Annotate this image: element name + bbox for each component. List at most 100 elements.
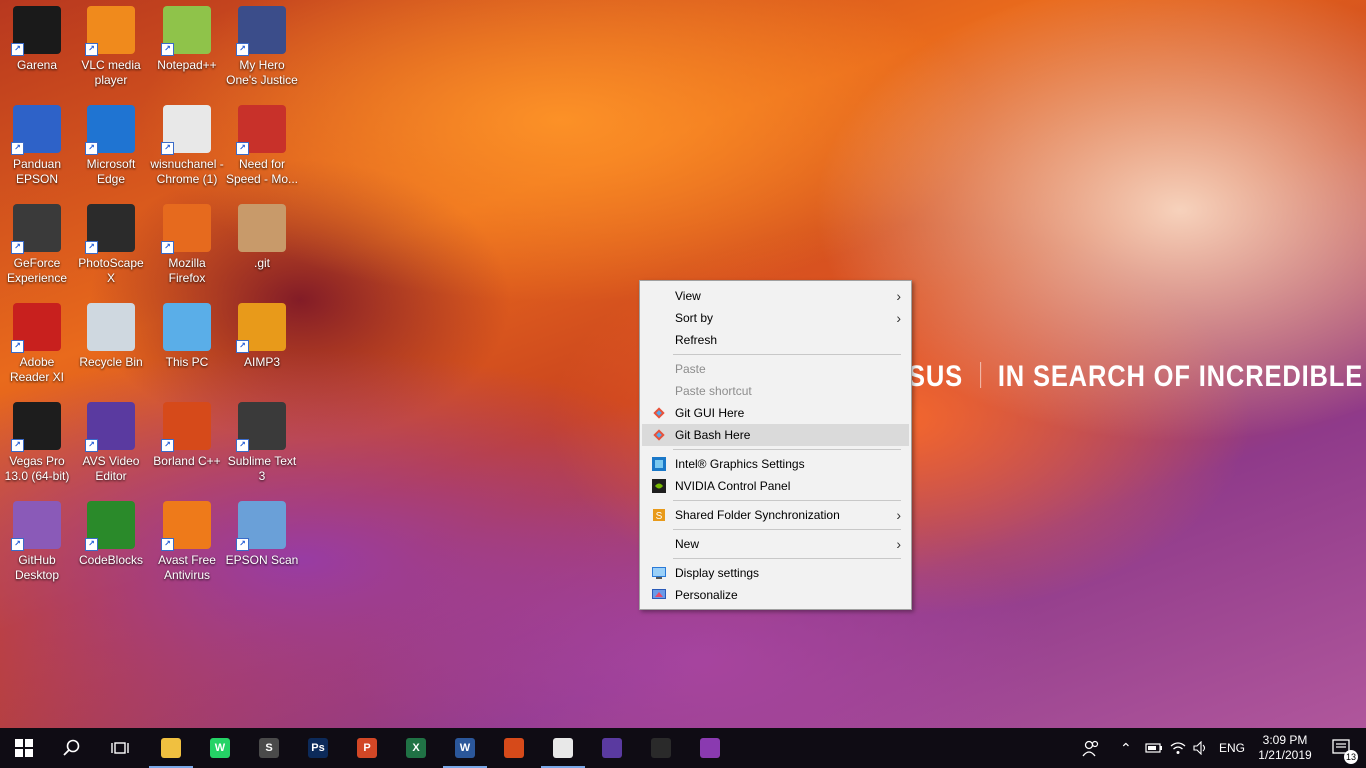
display-icon [652,567,666,579]
taskbar-app-button[interactable]: S [245,728,293,768]
desktop-icon[interactable]: .git [225,204,299,271]
menu-item-git-gui[interactable]: Git GUI Here [642,402,909,424]
word-icon: W [455,738,475,758]
desktop-icon-label: CodeBlocks [78,553,144,567]
desktop-icon[interactable]: ↗ Sublime Text 3 [225,402,299,484]
menu-item-new[interactable]: New › [642,533,909,555]
desktop-icon[interactable]: ↗ AIMP3 [225,303,299,370]
taskbar-app-button[interactable] [686,728,734,768]
app-glyph: X [412,742,420,754]
desktop-icon-label: AVS Video Editor [82,454,140,483]
clock[interactable]: 3:09 PM 1/21/2019 [1252,728,1318,768]
desktop-icon[interactable]: ↗ Mozilla Firefox [150,204,224,286]
desktop-icon[interactable]: ↗ My Hero One's Justice [225,6,299,88]
menu-item-sort-by[interactable]: Sort by › [642,307,909,329]
show-hidden-icons-button[interactable]: ⌃ [1120,728,1132,768]
taskbar-app-button[interactable]: X [392,728,440,768]
desktop-icon[interactable]: ↗ EPSON Scan [225,501,299,568]
app-glyph: W [459,742,471,754]
adobe-reader-icon: ↗ [11,303,61,353]
chevron-up-icon: ⌃ [1120,739,1132,756]
taskbar-app-button[interactable] [588,728,636,768]
epson-guide-icon: ↗ [11,105,61,155]
desktop-icon[interactable]: ↗ Vegas Pro 13.0 (64-bit) [0,402,74,484]
menu-item-intel-graphics[interactable]: Intel® Graphics Settings [642,453,909,475]
firefox-icon: ↗ [161,204,211,254]
taskbar-app-button[interactable] [637,728,685,768]
menu-item-refresh[interactable]: Refresh [642,329,909,351]
desktop-icon-label: AIMP3 [243,355,280,369]
shortcut-arrow-icon: ↗ [236,538,249,551]
desktop-icon-label: VLC media player [81,58,141,87]
desktop-icon[interactable]: ↗ Avast Free Antivirus [150,501,224,583]
taskbar-app-button[interactable]: Ps [294,728,342,768]
taskbar-app-button[interactable]: W [196,728,244,768]
desktop-icon[interactable]: This PC [150,303,224,370]
search-button[interactable] [48,728,96,768]
desktop-icon[interactable]: ↗ GitHub Desktop [0,501,74,583]
git-icon [653,407,665,419]
menu-item-label: Shared Folder Synchronization [675,508,840,522]
desktop-icon[interactable]: ↗ AVS Video Editor [74,402,148,484]
nfs-icon: ↗ [236,105,286,155]
desktop-context-menu: View › Sort by › Refresh Paste Paste sho… [639,280,912,610]
desktop-icon[interactable]: ↗ Adobe Reader XI [0,303,74,385]
avs-taskbar-icon [602,738,622,758]
desktop-icon[interactable]: ↗ Panduan EPSON [0,105,74,187]
desktop-icon[interactable]: ↗ Garena [0,6,74,73]
people-button[interactable] [1082,728,1100,768]
garena-icon: ↗ [11,6,61,56]
taskbar-app-button[interactable] [539,728,587,768]
file-explorer-icon [161,738,181,758]
taskbar: W S Ps P X W ⌃ ENG 3:09 PM 1/21/2019 13 [0,728,1366,768]
task-view-button[interactable] [96,728,144,768]
desktop-icon[interactable]: ↗ Need for Speed - Mo... [225,105,299,187]
desktop-icon[interactable]: ↗ GeForce Experience [0,204,74,286]
desktop-icon[interactable]: ↗ Microsoft Edge [74,105,148,187]
desktop-icon[interactable]: Recycle Bin [74,303,148,370]
chrome-icon: ↗ [161,105,211,155]
edge-icon: ↗ [85,105,135,155]
app-glyph: W [214,742,226,754]
desktop-icon[interactable]: ↗ PhotoScape X [74,204,148,286]
desktop-icon[interactable]: ↗ Borland C++ [150,402,224,469]
chevron-right-icon: › [896,288,901,304]
windows-logo-icon [15,739,33,757]
volume-button[interactable] [1193,728,1209,768]
desktop-icon[interactable]: ↗ CodeBlocks [74,501,148,568]
desktop-icon[interactable]: ↗ wisnuchanel - Chrome (1) [150,105,224,187]
brand-tagline: IN SEARCH OF INCREDIBLE [997,360,1364,393]
geforce-icon: ↗ [11,204,61,254]
menu-item-display-settings[interactable]: Display settings [642,562,909,584]
avs-video-icon: ↗ [85,402,135,452]
menu-separator [673,354,901,355]
shortcut-arrow-icon: ↗ [236,43,249,56]
search-icon [63,739,80,756]
menu-item-nvidia[interactable]: NVIDIA Control Panel [642,475,909,497]
battery-button[interactable] [1145,728,1163,768]
language-indicator[interactable]: ENG [1219,728,1245,768]
network-button[interactable] [1170,728,1186,768]
taskbar-app-button[interactable]: P [343,728,391,768]
taskbar-app-button[interactable] [147,728,195,768]
menu-item-git-bash[interactable]: Git Bash Here [642,424,909,446]
desktop-icon-label: Borland C++ [153,454,221,468]
shortcut-arrow-icon: ↗ [161,538,174,551]
shortcut-arrow-icon: ↗ [161,43,174,56]
taskbar-app-button[interactable]: W [441,728,489,768]
desktop-icon[interactable]: ↗ Notepad++ [150,6,224,73]
desktop-icon-label: Notepad++ [157,58,217,72]
menu-item-personalize[interactable]: Personalize [642,584,909,606]
action-center-button[interactable]: 13 [1322,728,1362,768]
menu-item-view[interactable]: View › [642,285,909,307]
start-button[interactable] [0,728,48,768]
menu-item-shared-folder-sync[interactable]: S Shared Folder Synchronization › [642,504,909,526]
desktop-icon[interactable]: ↗ VLC media player [74,6,148,88]
menu-item-paste: Paste [642,358,909,380]
taskbar-app-button[interactable] [490,728,538,768]
menu-item-label: New [675,537,700,551]
codeblocks-icon: ↗ [85,501,135,551]
people-icon [1082,740,1099,757]
avast-icon: ↗ [161,501,211,551]
desktop-icon-label: This PC [165,355,209,369]
